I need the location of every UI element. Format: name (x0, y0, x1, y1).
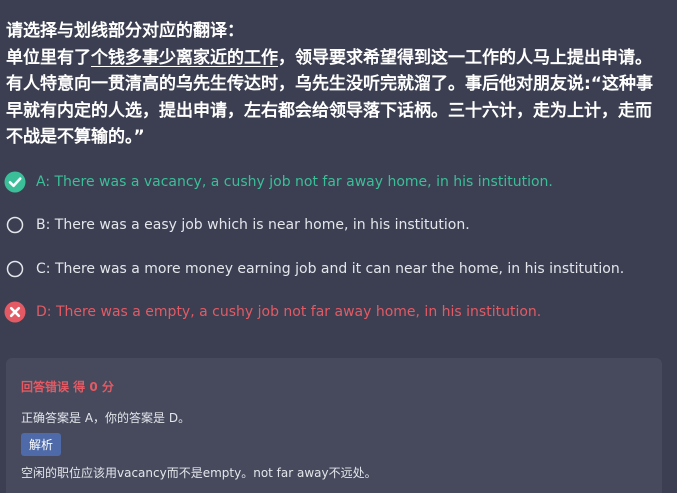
option-c[interactable]: C: There was a more money earning job an… (4, 247, 664, 291)
x-circle-icon (4, 301, 26, 323)
answer-options: A: There was a vacancy, a cushy job not … (4, 160, 664, 334)
answer-summary: 正确答案是 A，你的答案是 D。 (21, 411, 191, 425)
option-d-label: D: There was a empty, a cushy job not fa… (36, 304, 542, 321)
option-d[interactable]: D: There was a empty, a cushy job not fa… (4, 291, 664, 335)
check-circle-icon (4, 171, 26, 193)
option-a-label: A: There was a vacancy, a cushy job not … (36, 173, 553, 190)
feedback-panel: 回答错误 得 0 分 正确答案是 A，你的答案是 D。 解析 空闲的职位应该用v… (6, 358, 662, 493)
question-text: 请选择与划线部分对应的翻译： 单位里有了个钱多事少离家近的工作，领导要求希望得到… (6, 18, 666, 151)
explanation-button[interactable]: 解析 (21, 433, 62, 456)
option-b[interactable]: B: There was a easy job which is near ho… (4, 204, 664, 248)
question-passage: 单位里有了个钱多事少离家近的工作，领导要求希望得到这一工作的人马上提出申请。 有… (6, 45, 666, 151)
option-b-label: B: There was a easy job which is near ho… (36, 217, 470, 234)
question-prompt: 请选择与划线部分对应的翻译： (6, 21, 244, 41)
passage-underlined-text: 个钱多事少离家近的工作 (91, 47, 278, 68)
option-c-label: C: There was a more money earning job an… (36, 260, 625, 277)
result-status: 回答错误 得 0 分 (21, 380, 114, 394)
radio-empty-icon (6, 217, 24, 234)
option-a[interactable]: A: There was a vacancy, a cushy job not … (4, 160, 664, 204)
radio-empty-icon (6, 260, 24, 277)
passage-text-before: 单位里有了 (6, 47, 91, 68)
explanation-text: 空闲的职位应该用vacancy而不是empty。not far away不远处。 (21, 466, 377, 480)
